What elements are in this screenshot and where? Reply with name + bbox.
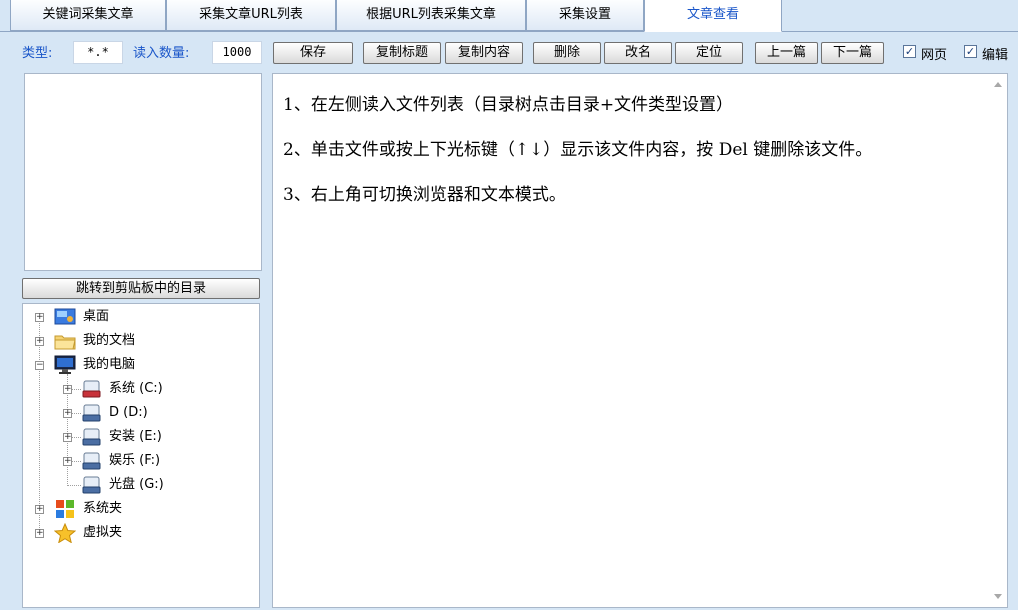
type-label: 类型: — [22, 46, 53, 61]
webpage-checkbox[interactable]: ✓ — [903, 45, 916, 58]
expand-icon[interactable]: + — [63, 457, 72, 466]
expand-icon[interactable]: + — [35, 337, 44, 346]
edit-checkbox[interactable]: ✓ — [964, 45, 977, 58]
drive-icon — [82, 452, 101, 470]
instruction-line-1: 1、在左侧读入文件列表（目录树点击目录+文件类型设置） — [283, 95, 734, 115]
tab-bar: 关键词采集文章 采集文章URL列表 根据URL列表采集文章 采集设置 文章查看 — [0, 0, 1018, 32]
tab-article-view[interactable]: 文章查看 — [644, 0, 782, 32]
webpage-label: 网页 — [921, 48, 948, 63]
file-list[interactable] — [24, 73, 262, 271]
save-button[interactable]: 保存 — [273, 42, 353, 64]
collapse-icon[interactable]: − — [35, 361, 44, 370]
tree-node-desktop[interactable]: + 桌面 — [23, 306, 259, 328]
tab-url-list[interactable]: 采集文章URL列表 — [166, 0, 336, 31]
expand-icon[interactable]: + — [63, 409, 72, 418]
rename-button[interactable]: 改名 — [604, 42, 672, 64]
delete-button[interactable]: 删除 — [533, 42, 601, 64]
count-input[interactable]: 1000 — [212, 41, 262, 64]
desktop-icon — [54, 308, 76, 325]
tree-node-drive-c[interactable]: + 系统 (C:) — [23, 378, 259, 400]
computer-icon — [54, 355, 76, 374]
copy-title-button[interactable]: 复制标题 — [363, 42, 441, 64]
edit-label: 编辑 — [982, 48, 1009, 63]
drive-icon — [82, 404, 101, 422]
instruction-line-2: 2、单击文件或按上下光标键（↑↓）显示该文件内容，按 Del 键删除该文件。 — [283, 140, 873, 160]
directory-tree[interactable]: + 桌面 + 我的文档 − 我的电脑 + 系统 (C:) + D (D:) + … — [22, 303, 260, 608]
expand-icon[interactable]: + — [35, 313, 44, 322]
folder-icon — [54, 335, 76, 350]
expand-icon[interactable]: + — [35, 505, 44, 514]
scroll-up-icon[interactable] — [994, 82, 1002, 87]
tree-node-drive-f[interactable]: + 娱乐 (F:) — [23, 450, 259, 472]
vertical-scrollbar[interactable] — [990, 74, 1007, 607]
tab-settings[interactable]: 采集设置 — [526, 0, 644, 31]
tree-node-my-documents[interactable]: + 我的文档 — [23, 330, 259, 352]
count-label: 读入数量: — [133, 46, 190, 61]
prev-article-button[interactable]: 上一篇 — [755, 42, 818, 64]
expand-icon[interactable]: + — [63, 433, 72, 442]
expand-icon[interactable]: + — [35, 529, 44, 538]
star-icon — [54, 523, 76, 543]
locate-button[interactable]: 定位 — [675, 42, 743, 64]
next-article-button[interactable]: 下一篇 — [821, 42, 884, 64]
tab-keyword-collect[interactable]: 关键词采集文章 — [10, 0, 166, 31]
copy-content-button[interactable]: 复制内容 — [445, 42, 523, 64]
article-content-pane[interactable]: 1、在左侧读入文件列表（目录树点击目录+文件类型设置） 2、单击文件或按上下光标… — [272, 73, 1008, 608]
windows-icon — [56, 500, 74, 518]
tree-node-drive-e[interactable]: + 安装 (E:) — [23, 426, 259, 448]
scroll-down-icon[interactable] — [994, 594, 1002, 599]
tree-node-virtual-folders[interactable]: + 虚拟夹 — [23, 522, 259, 544]
system-drive-icon — [82, 380, 101, 398]
tree-node-drive-d[interactable]: + D (D:) — [23, 402, 259, 424]
type-input[interactable]: *.* — [73, 41, 123, 64]
expand-icon[interactable]: + — [63, 385, 72, 394]
drive-icon — [82, 428, 101, 446]
tree-node-my-computer[interactable]: − 我的电脑 — [23, 354, 259, 376]
instruction-line-3: 3、右上角可切换浏览器和文本模式。 — [283, 185, 566, 205]
tab-collect-by-url[interactable]: 根据URL列表采集文章 — [336, 0, 526, 31]
drive-icon — [82, 476, 101, 494]
tree-node-system-folders[interactable]: + 系统夹 — [23, 498, 259, 520]
jump-to-clipboard-dir-button[interactable]: 跳转到剪贴板中的目录 — [22, 278, 260, 299]
tab-divider — [0, 31, 1018, 32]
tree-node-drive-g[interactable]: 光盘 (G:) — [23, 474, 259, 496]
